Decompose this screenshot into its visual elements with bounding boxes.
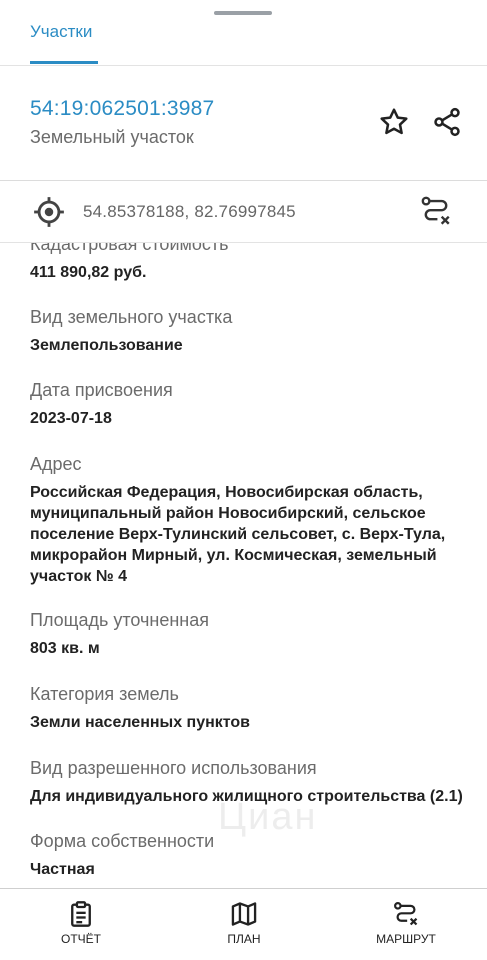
favorite-button[interactable] (376, 104, 412, 140)
field-land-type: Вид земельного участка Землепользование (30, 306, 485, 356)
nav-report-button[interactable]: ОТЧЁТ (26, 889, 136, 960)
nav-plan-button[interactable]: ПЛАН (189, 889, 299, 960)
bottom-navigation: ОТЧЁТ ПЛАН МАРШРУТ (0, 888, 487, 960)
field-value: Российская Федерация, Новосибирская обла… (30, 484, 446, 585)
cadastral-number[interactable]: 54:19:062501:3987 (30, 97, 214, 121)
field-label: Адрес (30, 454, 82, 474)
drag-handle[interactable] (214, 11, 272, 15)
nav-label: ПЛАН (227, 932, 261, 946)
nav-label: МАРШРУТ (376, 932, 436, 946)
tab-active-indicator (30, 61, 98, 64)
field-label: Кадастровая стоимость (30, 243, 229, 254)
clipboard-icon (71, 901, 91, 927)
field-cadastral-value: Кадастровая стоимость 411 890,82 руб. (30, 243, 485, 283)
coordinates-bar: 54.85378188, 82.76997845 (0, 181, 487, 243)
coordinates-text[interactable]: 54.85378188, 82.76997845 (83, 202, 296, 222)
object-type: Земельный участок (30, 127, 194, 147)
field-address: Адрес Российская Федерация, Новосибирска… (30, 453, 485, 587)
nav-label: ОТЧЁТ (60, 932, 101, 946)
tab-plots[interactable]: Участки (30, 22, 92, 42)
field-value: 411 890,82 руб. (30, 264, 147, 281)
tab-bar: Участки (0, 0, 487, 66)
field-label: Площадь уточненная (30, 610, 209, 630)
map-icon (231, 902, 257, 926)
share-icon (434, 107, 460, 137)
field-label: Категория земель (30, 684, 179, 704)
field-label: Вид разрешенного использования (30, 758, 317, 778)
route-clear-icon[interactable] (419, 194, 453, 228)
star-icon (380, 108, 408, 135)
plot-details[interactable]: Кадастровая стоимость 411 890,82 руб. Ви… (0, 243, 487, 888)
land-plot-card: Участки 54:19:062501:3987 Земельный учас… (0, 0, 487, 960)
field-label: Дата присвоения (30, 380, 173, 400)
route-icon (394, 902, 418, 926)
plot-header: 54:19:062501:3987 Земельный участок (0, 66, 487, 181)
share-button[interactable] (429, 104, 465, 140)
field-label: Вид земельного участка (30, 307, 233, 327)
field-assignment-date: Дата присвоения 2023-07-18 (30, 379, 485, 429)
watermark-logo: Циан (218, 796, 318, 838)
field-value: Землепользование (30, 337, 183, 354)
field-value: 2023-07-18 (30, 410, 112, 427)
field-area: Площадь уточненная 803 кв. м (30, 609, 485, 659)
field-value: 803 кв. м (30, 640, 100, 657)
location-target-icon[interactable] (32, 195, 66, 229)
nav-route-button[interactable]: МАРШРУТ (351, 889, 461, 960)
field-value: Частная (30, 861, 95, 878)
field-value: Земли населенных пунктов (30, 714, 251, 731)
field-land-category: Категория земель Земли населенных пункто… (30, 683, 485, 733)
